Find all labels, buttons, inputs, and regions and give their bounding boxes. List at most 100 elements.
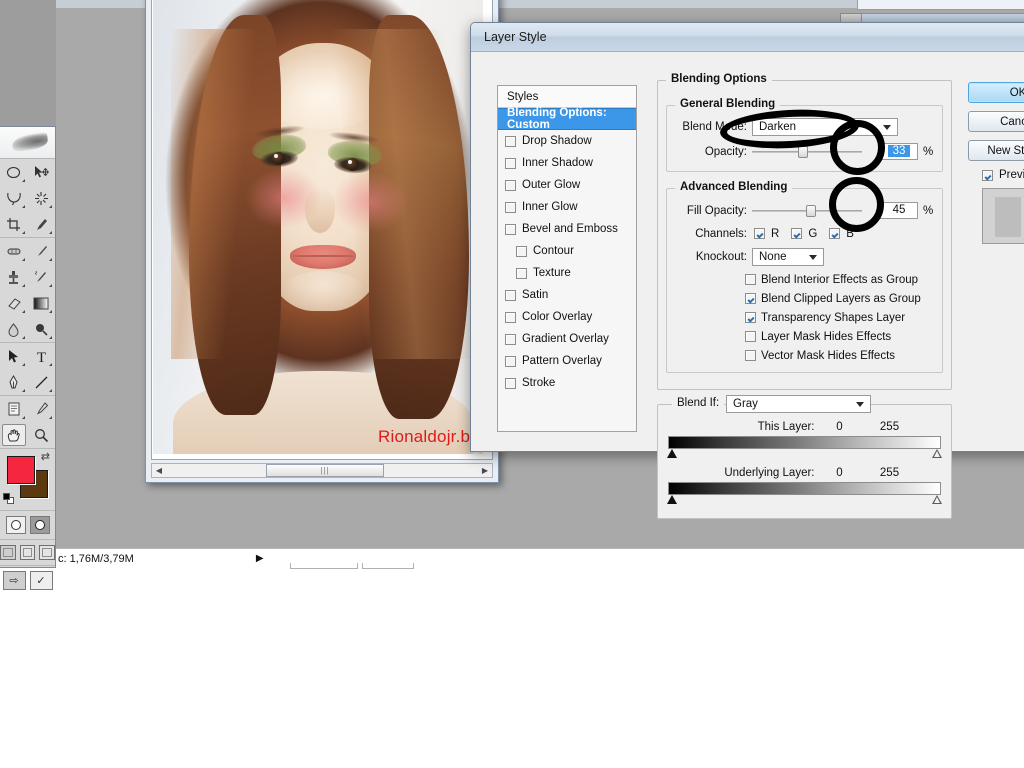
history-brush-tool[interactable] <box>28 264 56 290</box>
cancel-button[interactable]: Cancel <box>968 111 1024 132</box>
blend-interior-effects-checkbox[interactable] <box>745 274 756 285</box>
move-tool[interactable] <box>28 159 56 185</box>
toolbar-grip[interactable] <box>0 127 55 159</box>
blend-clipped-layers-row[interactable]: Blend Clipped Layers as Group <box>745 291 934 306</box>
sidebar-item-blending-options[interactable]: Blending Options: Custom <box>498 107 636 131</box>
slice-tool[interactable] <box>28 211 56 237</box>
quick-mask-modes[interactable] <box>0 511 55 540</box>
styles-list[interactable]: Styles Blending Options: Custom Drop Sha… <box>497 85 637 432</box>
path-selection-tool[interactable] <box>0 343 28 369</box>
line-tool[interactable] <box>28 369 56 395</box>
this-layer-black-slider[interactable] <box>667 449 677 458</box>
quick-mask-mode-button[interactable] <box>29 516 50 534</box>
gradient-overlay-checkbox[interactable] <box>505 333 516 345</box>
styles-list-header[interactable]: Styles <box>498 86 636 108</box>
document-window[interactable]: Rionaldojr.blogspot.com ◀ ||| ▶ <box>145 0 499 483</box>
drop-shadow-checkbox[interactable] <box>505 135 516 147</box>
layer-style-dialog[interactable]: Layer Style Styles Blending Options: Cus… <box>470 22 1024 519</box>
satin-checkbox[interactable] <box>505 289 516 301</box>
default-colors-icon[interactable] <box>3 493 14 504</box>
sidebar-item-inner-shadow[interactable]: Inner Shadow <box>498 152 636 174</box>
crop-tool[interactable] <box>0 211 28 237</box>
tools-palette[interactable]: T ⇄ ⇨ ✓ <box>0 126 56 590</box>
color-overlay-checkbox[interactable] <box>505 311 516 323</box>
texture-checkbox[interactable] <box>516 267 527 279</box>
dodge-tool[interactable] <box>28 316 56 342</box>
transparency-shapes-layer-checkbox[interactable] <box>745 312 756 323</box>
full-screen-with-menubar-button[interactable] <box>19 545 36 560</box>
ok-button[interactable]: OK <box>968 82 1024 103</box>
foreground-color-swatch[interactable] <box>7 456 35 484</box>
inner-shadow-checkbox[interactable] <box>505 157 516 169</box>
channel-b-checkbox[interactable] <box>829 228 841 239</box>
blend-clipped-layers-checkbox[interactable] <box>745 293 756 304</box>
sidebar-item-drop-shadow[interactable]: Drop Shadow <box>498 130 636 152</box>
underlying-layer-gradient-bar[interactable] <box>668 482 941 495</box>
knockout-select[interactable]: None <box>752 247 824 266</box>
jump-to-check-icon[interactable]: ✓ <box>29 571 53 590</box>
fill-opacity-slider-thumb[interactable] <box>806 204 816 217</box>
magic-wand-tool[interactable] <box>28 185 56 211</box>
blur-tool[interactable] <box>0 316 28 342</box>
sidebar-item-contour[interactable]: Contour <box>498 240 636 262</box>
channel-r-checkbox[interactable] <box>754 228 765 239</box>
blend-if-select[interactable]: Gray <box>726 395 871 413</box>
transparency-shapes-layer-row[interactable]: Transparency Shapes Layer <box>745 310 934 325</box>
underlying-layer-knobs[interactable] <box>667 495 942 506</box>
preview-row[interactable]: Preview <box>968 169 1024 181</box>
sidebar-item-outer-glow[interactable]: Outer Glow <box>498 174 636 196</box>
sidebar-item-pattern-overlay[interactable]: Pattern Overlay <box>498 350 636 372</box>
eraser-tool[interactable] <box>0 290 28 316</box>
new-style-button[interactable]: New Style... <box>968 140 1024 161</box>
vector-mask-hides-effects-row[interactable]: Vector Mask Hides Effects <box>745 348 934 363</box>
gradient-tool[interactable] <box>28 290 56 316</box>
scroll-right-arrow-icon[interactable]: ▶ <box>478 466 492 475</box>
status-expand-arrow-icon[interactable]: ▶ <box>256 553 264 564</box>
this-layer-gradient-bar[interactable] <box>668 436 941 449</box>
sidebar-item-color-overlay[interactable]: Color Overlay <box>498 306 636 328</box>
blend-interior-effects-row[interactable]: Blend Interior Effects as Group <box>745 272 934 287</box>
scrollbar-thumb[interactable]: ||| <box>265 464 385 477</box>
stroke-checkbox[interactable] <box>505 377 516 389</box>
lasso-tool[interactable] <box>0 185 28 211</box>
vector-mask-hides-effects-checkbox[interactable] <box>745 350 756 361</box>
document-horizontal-scrollbar[interactable]: ◀ ||| ▶ <box>151 463 493 478</box>
hand-tool[interactable] <box>0 422 28 448</box>
sidebar-item-inner-glow[interactable]: Inner Glow <box>498 196 636 218</box>
inner-glow-checkbox[interactable] <box>505 201 516 213</box>
sidebar-item-gradient-overlay[interactable]: Gradient Overlay <box>498 328 636 350</box>
jump-to-imageready-icon[interactable]: ⇨ <box>2 571 26 590</box>
contour-checkbox[interactable] <box>516 245 527 257</box>
opacity-input[interactable]: 33 <box>880 143 918 160</box>
layer-mask-hides-effects-row[interactable]: Layer Mask Hides Effects <box>745 329 934 344</box>
pattern-overlay-checkbox[interactable] <box>505 355 516 367</box>
channel-g-checkbox[interactable] <box>791 228 803 239</box>
sidebar-item-bevel-and-emboss[interactable]: Bevel and Emboss <box>498 218 636 240</box>
scroll-left-arrow-icon[interactable]: ◀ <box>152 466 166 475</box>
underlying-layer-black-slider[interactable] <box>667 495 677 504</box>
zoom-tool[interactable] <box>28 422 56 448</box>
swap-colors-icon[interactable]: ⇄ <box>41 452 50 463</box>
clone-stamp-tool[interactable] <box>0 264 28 290</box>
sidebar-item-texture[interactable]: Texture <box>498 262 636 284</box>
sidebar-item-stroke[interactable]: Stroke <box>498 372 636 394</box>
healing-brush-tool[interactable] <box>0 238 28 264</box>
scrollbar-track[interactable]: ||| <box>166 464 478 477</box>
brush-tool[interactable] <box>28 238 56 264</box>
this-layer-knobs[interactable] <box>667 449 942 460</box>
type-tool[interactable]: T <box>28 343 56 369</box>
preview-checkbox[interactable] <box>982 169 993 181</box>
layer-mask-hides-effects-checkbox[interactable] <box>745 331 756 342</box>
pen-tool[interactable] <box>0 369 28 395</box>
bevel-emboss-checkbox[interactable] <box>505 223 516 235</box>
eyedropper-tool[interactable] <box>28 396 56 422</box>
standard-screen-mode-button[interactable] <box>0 545 16 560</box>
notes-tool[interactable] <box>0 396 28 422</box>
screen-mode-buttons[interactable] <box>0 540 56 566</box>
sidebar-item-satin[interactable]: Satin <box>498 284 636 306</box>
outer-glow-checkbox[interactable] <box>505 179 516 191</box>
marquee-elliptical-tool[interactable] <box>0 159 28 185</box>
jump-to-row[interactable]: ⇨ ✓ <box>0 566 55 595</box>
fill-opacity-input[interactable]: 45 <box>880 202 918 219</box>
dialog-title-bar[interactable]: Layer Style <box>471 23 1024 52</box>
